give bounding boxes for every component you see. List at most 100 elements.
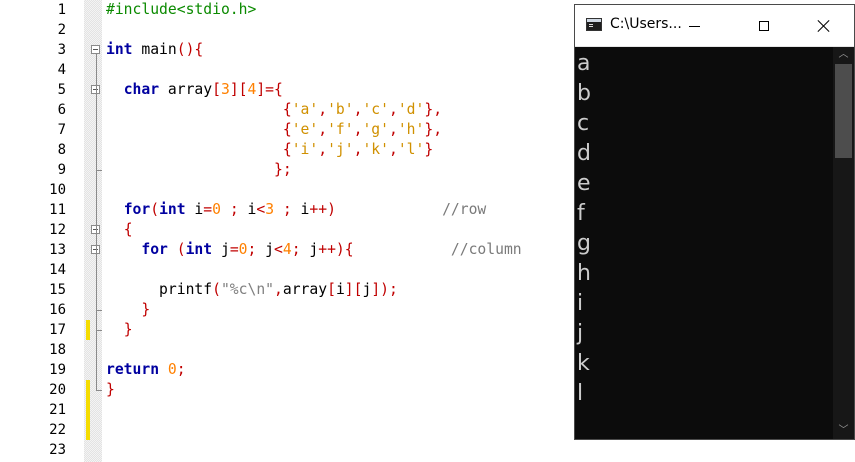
code-token: [ (212, 81, 221, 98)
code-line[interactable]: 18 (0, 340, 575, 360)
code-text: } (106, 320, 133, 340)
line-number: 21 (49, 402, 66, 418)
line-number: 14 (49, 262, 66, 278)
code-token: char (123, 81, 160, 98)
code-token: 'e' (291, 121, 319, 138)
line-number: 9 (57, 162, 66, 178)
code-token: int (185, 241, 213, 258)
code-line[interactable]: 22 (0, 420, 575, 440)
line-number: 10 (49, 182, 66, 198)
line-number: 7 (57, 122, 66, 138)
console-output[interactable]: abcdefghijkl (575, 47, 833, 439)
code-token: { (282, 101, 292, 118)
code-line[interactable]: 14 (0, 260, 575, 280)
code-line[interactable]: 17 } (0, 320, 575, 340)
code-token: 'a' (291, 101, 319, 118)
code-token: ( (212, 281, 221, 298)
line-number: 1 (57, 2, 66, 18)
code-text: printf("%c\n",array[i][j]); (106, 280, 398, 300)
code-line[interactable]: 20} (0, 380, 575, 400)
line-number: 22 (49, 422, 66, 438)
code-line[interactable]: 1 #include<stdio.h> (0, 0, 575, 20)
code-line[interactable]: 3 int main(){ (0, 40, 575, 60)
code-token: ][ (344, 281, 363, 298)
code-token: 'd' (397, 101, 425, 118)
console-window[interactable]: C:\Users... abcdefghijkl ︿ ﹀ (574, 4, 855, 440)
console-output-line: c (577, 111, 590, 136)
code-line[interactable]: 5 char array[3][4]={ (0, 80, 575, 100)
change-marker (86, 320, 90, 340)
code-token: , (388, 121, 398, 138)
console-titlebar[interactable]: C:\Users... (575, 5, 854, 47)
fold-collapse-icon[interactable] (91, 45, 100, 54)
code-token: , (274, 281, 283, 298)
fold-guide (96, 254, 97, 310)
line-number: 20 (49, 382, 66, 398)
code-line[interactable]: 15 printf("%c\n",array[i][j]); (0, 280, 575, 300)
code-line[interactable]: 10 (0, 180, 575, 200)
code-token: int (106, 41, 133, 58)
code-token: j (362, 281, 372, 298)
code-line[interactable]: 2 (0, 20, 575, 40)
code-token: //row (442, 201, 487, 218)
fold-end-marker (96, 310, 102, 311)
code-line[interactable]: 19 return 0; (0, 360, 575, 380)
scroll-down-arrow-icon[interactable]: ﹀ (833, 423, 854, 439)
code-token: 'i' (291, 141, 319, 158)
code-line[interactable]: 9 }; (0, 160, 575, 180)
code-line[interactable]: 11 for(int i=0 ; i<3 ; i++) //row (0, 200, 575, 220)
code-token: } (123, 321, 133, 338)
code-line[interactable]: 7 {'e','f','g','h'}, (0, 120, 575, 140)
console-output-line: l (577, 381, 584, 406)
code-line[interactable]: 21 (0, 400, 575, 420)
code-token: ( (176, 241, 186, 258)
code-token: i (238, 201, 257, 218)
scroll-thumb[interactable] (835, 64, 852, 158)
code-line[interactable]: 4 (0, 60, 575, 80)
code-token: }, (424, 101, 443, 118)
code-line[interactable]: 23 (0, 440, 575, 460)
close-button[interactable] (801, 5, 847, 47)
code-text: {'e','f','g','h'}, (106, 120, 442, 140)
minimize-button[interactable] (671, 5, 717, 47)
code-line[interactable]: 12 { (0, 220, 575, 240)
code-token: } (424, 141, 434, 158)
code-line[interactable]: 16 } (0, 300, 575, 320)
code-line[interactable]: 6 {'a','b','c','d'}, (0, 100, 575, 120)
code-token: printf (106, 281, 213, 298)
fold-guide (96, 94, 97, 170)
code-text: int main(){ (106, 40, 203, 60)
code-token: "%c\n" (220, 281, 275, 298)
console-scrollbar[interactable]: ︿ ﹀ (833, 47, 854, 439)
code-token: j (300, 241, 319, 258)
line-number: 3 (57, 42, 66, 58)
code-token: 'h' (397, 121, 425, 138)
code-token: ]={ (256, 81, 283, 98)
code-token: ++) (309, 201, 336, 218)
code-line[interactable]: 13 for (int j=0; j<4; j++){ //column (0, 240, 575, 260)
code-line[interactable]: 8 {'i','j','k','l'} (0, 140, 575, 160)
console-output-line: f (577, 201, 585, 226)
console-output-line: i (577, 291, 584, 316)
code-token: , (388, 141, 398, 158)
code-token: ; (229, 201, 239, 218)
code-token: ++){ (318, 241, 354, 258)
code-token: { (282, 141, 292, 158)
close-icon (817, 19, 831, 33)
line-number: 5 (57, 82, 66, 98)
maximize-button[interactable] (741, 5, 787, 47)
console-output-line: g (577, 231, 591, 256)
code-token: for (123, 201, 151, 218)
scroll-up-arrow-icon[interactable]: ︿ (833, 47, 854, 63)
console-output-line: e (577, 171, 591, 196)
